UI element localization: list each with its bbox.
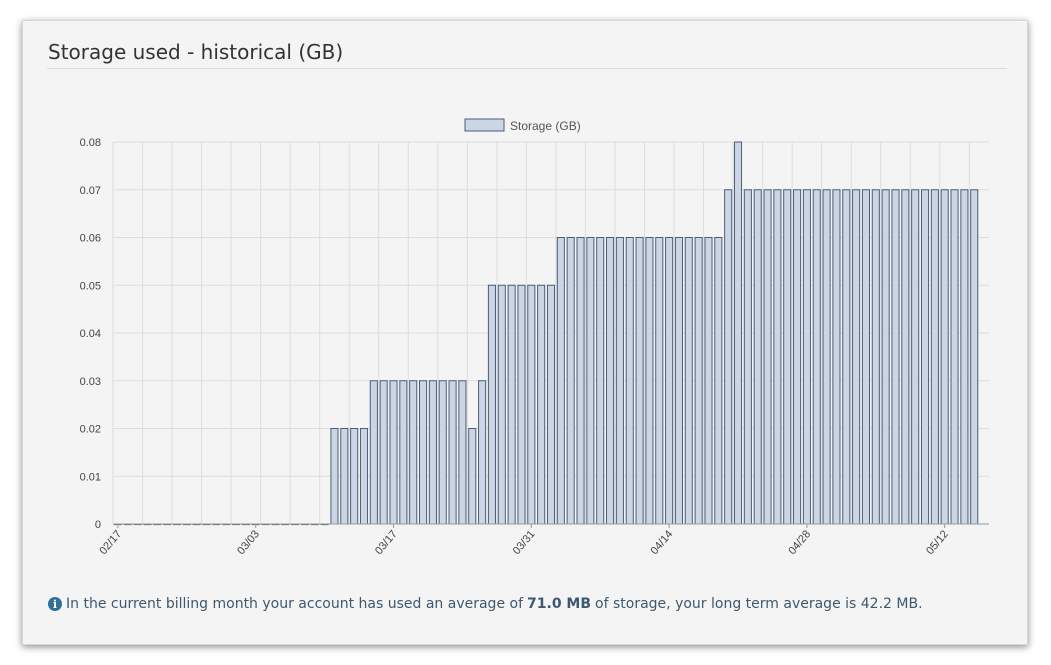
bar	[684, 237, 693, 525]
x-tick-label: 03/17	[373, 528, 400, 557]
bar	[920, 189, 930, 525]
bar	[655, 237, 664, 525]
y-tick-label: 0.03	[80, 376, 101, 388]
storage-panel: Storage used - historical (GB) 0 0.01 0.02…	[22, 20, 1028, 645]
legend-label: Storage (GB)	[510, 119, 581, 133]
x-tick-label: 04/28	[786, 528, 813, 557]
bar	[665, 237, 674, 525]
bar	[458, 380, 467, 525]
legend-swatch	[464, 118, 505, 132]
bar	[340, 428, 349, 525]
bar	[970, 189, 979, 525]
bar	[822, 189, 831, 525]
bar	[350, 428, 359, 525]
bar	[645, 237, 654, 525]
bar	[468, 428, 477, 525]
bar	[399, 380, 408, 525]
bar	[596, 237, 605, 525]
bar	[438, 380, 447, 525]
bar	[852, 189, 861, 525]
bar	[359, 428, 369, 525]
bar	[389, 380, 398, 525]
y-tick-label: 0.08	[80, 137, 101, 149]
bar	[576, 237, 585, 525]
bar	[724, 189, 733, 525]
bar	[763, 189, 772, 525]
bar	[753, 189, 762, 525]
bar	[615, 237, 624, 525]
bar	[487, 284, 496, 525]
bar	[940, 189, 949, 525]
bar	[802, 189, 811, 525]
storage-bar-chart: 0 0.01 0.02 0.03 0.04 0.05 0.06 0.07 0.08 02/17 03…	[80, 118, 989, 557]
bar	[714, 237, 723, 525]
x-tick-label: 03/31	[511, 528, 538, 557]
x-tick-label: 05/12	[924, 528, 951, 557]
bar	[625, 237, 634, 525]
bar	[330, 428, 339, 525]
bar	[832, 189, 841, 525]
bar	[497, 284, 506, 525]
bar	[733, 141, 743, 525]
bar	[842, 189, 851, 525]
bar	[556, 237, 565, 525]
x-tick-label: 03/03	[235, 528, 262, 557]
bar	[694, 237, 703, 525]
bar	[901, 189, 910, 525]
bar	[812, 189, 821, 525]
note-text-after: of storage, your long term average is 42…	[595, 596, 923, 612]
bar	[379, 380, 388, 525]
bar	[674, 237, 683, 525]
x-tick-label: 02/17	[97, 528, 124, 557]
bar	[861, 189, 871, 525]
bar	[606, 237, 615, 525]
bar	[546, 284, 556, 525]
y-tick-label: 0.01	[80, 471, 101, 483]
bar	[428, 380, 437, 525]
bar	[448, 380, 457, 525]
note-text-before: In the current billing month your accoun…	[66, 596, 524, 612]
x-tick-label: 04/14	[649, 528, 676, 557]
bar	[950, 189, 959, 525]
bar	[409, 380, 418, 525]
y-tick-label: 0	[95, 519, 101, 531]
info-icon: i	[48, 597, 62, 611]
bar	[586, 237, 595, 525]
y-tick-label: 0.05	[80, 280, 101, 292]
bar	[881, 189, 890, 525]
legend: Storage (GB)	[464, 118, 581, 133]
bar	[507, 284, 516, 525]
bar	[793, 189, 802, 525]
bar	[635, 237, 644, 525]
bar	[517, 284, 526, 525]
bar	[419, 380, 428, 525]
bar	[783, 189, 792, 525]
y-tick-label: 0.04	[80, 328, 101, 340]
bar	[743, 189, 752, 525]
bar	[566, 237, 575, 525]
bar	[911, 189, 920, 525]
average-usage-note: i In the current billing month your acco…	[48, 596, 923, 612]
bar	[960, 189, 969, 525]
bar	[537, 284, 546, 525]
y-tick-label: 0.06	[80, 233, 101, 245]
bar	[369, 380, 378, 525]
y-tick-label: 0.02	[80, 424, 101, 436]
bar	[773, 189, 782, 525]
bar	[891, 189, 900, 525]
bar	[704, 237, 713, 525]
bar	[871, 189, 880, 525]
current-average-value: 71.0 MB	[527, 596, 592, 612]
bar	[930, 189, 939, 525]
bar	[527, 284, 536, 525]
y-tick-label: 0.07	[80, 185, 101, 197]
bar	[478, 380, 487, 525]
